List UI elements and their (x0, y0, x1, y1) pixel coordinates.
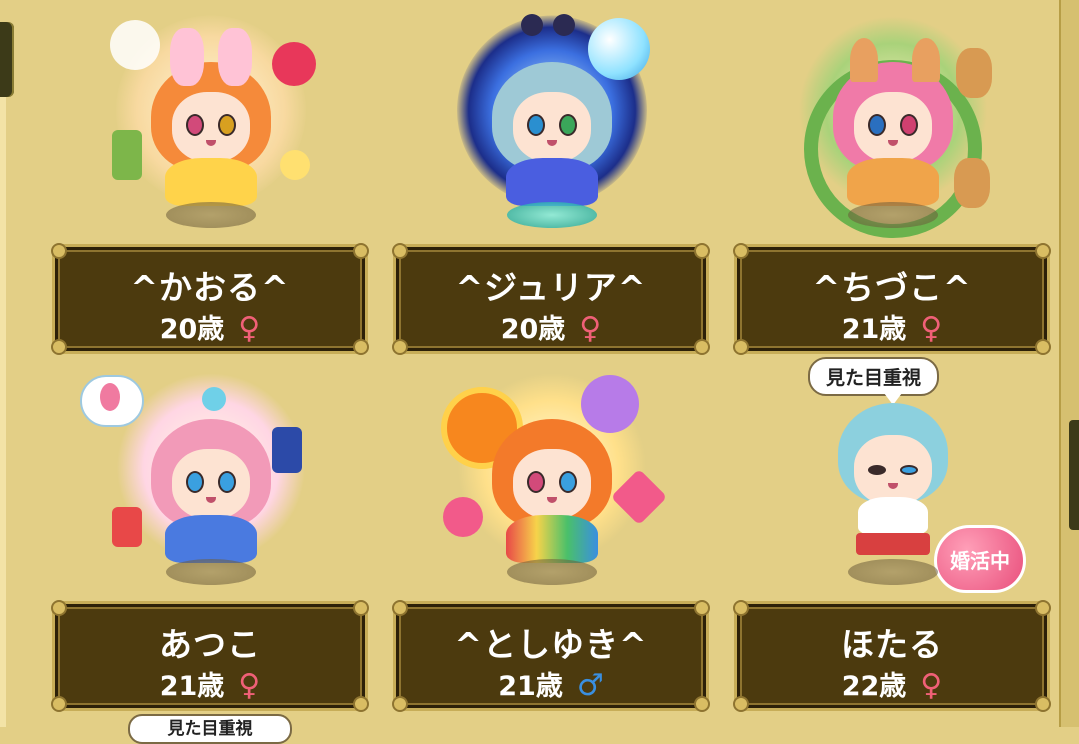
rabbit-decoration (110, 20, 160, 70)
bubble-orb-decoration (588, 18, 650, 80)
player-name: ほたる (841, 625, 943, 664)
avatar-skirt (856, 533, 930, 555)
player-info: 21歳 ♂ (396, 664, 706, 703)
female-icon: ♀ (920, 668, 943, 703)
nameplate: ^かおる^ 20歳 ♀ (51, 243, 369, 355)
nameplate: ^としゆき^ 21歳 ♂ (392, 600, 710, 712)
avatar-outfit (165, 158, 257, 206)
female-icon: ♀ (238, 668, 261, 703)
scrollbar-thumb[interactable] (1069, 420, 1079, 530)
avatar-outfit (506, 158, 598, 206)
avatar-face (513, 449, 591, 519)
player-info: 21歳 ♀ (55, 664, 365, 703)
nameplate: ^ちづこ^ 21歳 ♀ (733, 243, 1051, 355)
bunny-ear-left (170, 28, 204, 86)
player-avatar[interactable] (393, 0, 711, 240)
person-icon (100, 383, 120, 411)
player-avatar[interactable]: 見た目重視 婚活中 (734, 357, 1052, 597)
player-info: 22歳 ♀ (737, 664, 1047, 703)
player-info: 20歳 ♀ (396, 307, 706, 346)
player-age: 21歳 (159, 671, 225, 702)
flower-decoration (581, 375, 639, 433)
avatar-platform (166, 559, 256, 585)
moon-decoration (521, 14, 543, 36)
flower-decoration (272, 42, 316, 86)
player-avatar[interactable] (734, 0, 1052, 240)
player-age: 20歳 (159, 314, 225, 345)
avatar-face (513, 92, 591, 162)
left-side-tab[interactable] (0, 22, 14, 97)
player-age: 22歳 (841, 671, 907, 702)
avatar-outfit (506, 515, 598, 563)
nameplate: ^ジュリア^ 20歳 ♀ (392, 243, 710, 355)
player-card[interactable]: あつこ 21歳 ♀ (51, 357, 370, 717)
player-avatar[interactable] (52, 357, 370, 597)
star-decoration (280, 150, 310, 180)
avatar-face (854, 92, 932, 162)
player-avatar[interactable] (393, 357, 711, 597)
animal-ear-left (850, 38, 878, 82)
player-name: ^ちづこ^ (812, 268, 972, 307)
player-card[interactable]: ^かおる^ 20歳 ♀ (51, 0, 370, 360)
nameplate: あつこ 21歳 ♀ (51, 600, 369, 712)
player-info: 21歳 ♀ (737, 307, 1047, 346)
player-grid-panel: ^かおる^ 20歳 ♀ ^ジュリア^ 20歳 ♀ ^ちづこ^ 21歳 ♀ あつこ… (0, 0, 1079, 744)
player-card[interactable]: ^ちづこ^ 21歳 ♀ (733, 0, 1052, 360)
avatar-shirt (858, 497, 928, 535)
marriage-badge: 婚活中 (934, 525, 1026, 593)
male-icon: ♂ (576, 668, 604, 703)
scrollbar-track[interactable] (1059, 0, 1079, 727)
deer-decoration (956, 48, 992, 98)
avatar-face (172, 449, 250, 519)
deer-decoration (954, 158, 990, 208)
player-avatar[interactable] (52, 0, 370, 240)
player-name: あつこ (159, 625, 261, 664)
bamboo-decoration (112, 130, 142, 180)
avatar-outfit (165, 515, 257, 563)
player-name: ^としゆき^ (454, 625, 648, 664)
avatar-platform (507, 202, 597, 228)
player-age: 21歳 (841, 314, 907, 345)
player-card[interactable]: ^ジュリア^ 20歳 ♀ (392, 0, 711, 360)
status-bubble: 見た目重視 (808, 357, 940, 396)
toy-soldier-decoration (272, 427, 302, 473)
player-info: 20歳 ♀ (55, 307, 365, 346)
avatar-platform (507, 559, 597, 585)
button-decoration (202, 387, 226, 411)
moon-decoration (553, 14, 575, 36)
left-rail (0, 97, 6, 727)
avatar-face (854, 435, 932, 505)
bunny-ear-right (218, 28, 252, 86)
nameplate: ほたる 22歳 ♀ (733, 600, 1051, 712)
avatar-outfit (847, 158, 939, 206)
avatar-platform (166, 202, 256, 228)
female-icon: ♀ (579, 311, 602, 346)
partial-status-bubble: 見た目重視 (128, 714, 292, 744)
flower-decoration (443, 497, 483, 537)
female-icon: ♀ (920, 311, 943, 346)
player-name: ^ジュリア^ (455, 268, 647, 307)
player-card[interactable]: ^としゆき^ 21歳 ♂ (392, 357, 711, 717)
avatar-platform (848, 559, 938, 585)
avatar-platform (848, 202, 938, 228)
female-icon: ♀ (238, 311, 261, 346)
avatar-face (172, 92, 250, 162)
player-name: ^かおる^ (130, 268, 290, 307)
animal-ear-right (912, 38, 940, 82)
thread-spool-decoration (112, 507, 142, 547)
player-card[interactable]: 見た目重視 婚活中 ほたる 22歳 ♀ (733, 357, 1052, 717)
player-age: 21歳 (498, 671, 563, 702)
player-age: 20歳 (500, 314, 566, 345)
